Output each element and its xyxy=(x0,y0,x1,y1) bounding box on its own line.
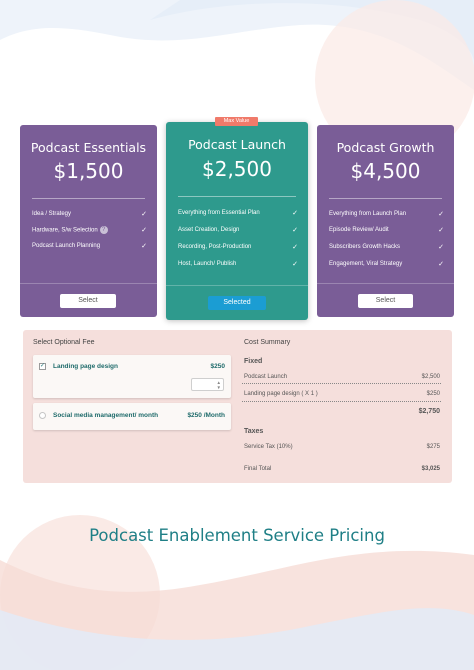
feature-text: Engagement, Viral Strategy xyxy=(329,261,403,267)
dotted-divider xyxy=(242,383,441,384)
select-button-growth[interactable]: Select xyxy=(358,294,413,308)
divider xyxy=(178,196,296,197)
summary-panel: Select Optional Fee ✓ Landing page desig… xyxy=(23,330,452,483)
feature-text: Host, Launch/ Publish xyxy=(178,261,237,267)
selected-button-launch[interactable]: Selected xyxy=(208,296,266,310)
feature-text: Podcast Launch Planning xyxy=(32,243,101,249)
feature-row: Podcast Launch Planning ✓ xyxy=(32,239,147,253)
final-total-label: Final Total xyxy=(244,466,272,472)
plan-card-launch[interactable]: Podcast Launch $2,500 Everything from Es… xyxy=(166,122,308,320)
divider xyxy=(329,198,442,199)
fee-option-landing-page[interactable]: ✓ Landing page design $250 ▲ ▼ xyxy=(33,355,231,398)
check-icon: ✓ xyxy=(141,243,147,250)
check-icon: ✓ xyxy=(141,211,147,218)
feature-text: Idea / Strategy xyxy=(32,211,72,217)
check-icon: ✓ xyxy=(141,227,147,234)
check-icon: ✓ xyxy=(438,261,444,268)
divider xyxy=(166,285,308,286)
fee-option-social-media[interactable]: Social media management/ month $250 /Mon… xyxy=(33,403,231,430)
subtotal-value: $2,750 xyxy=(418,408,440,415)
cost-line-value: $2,500 xyxy=(421,374,440,380)
plan-price: $2,500 xyxy=(202,157,272,181)
fee-name: Landing page design xyxy=(53,363,119,370)
fee-checkbox[interactable]: ✓ xyxy=(39,363,46,370)
feature-row: Episode Review/ Audit ✓ xyxy=(329,223,444,237)
divider xyxy=(20,283,157,284)
fee-price: $250 /Month xyxy=(187,412,225,419)
check-icon: ✓ xyxy=(292,244,298,251)
feature-text: Hardware, S/w Selection xyxy=(32,227,98,234)
fee-name: Social media management/ month xyxy=(53,412,159,419)
feature-row: Host, Launch/ Publish ✓ xyxy=(178,257,298,271)
final-total-value: $3,025 xyxy=(421,466,440,472)
help-icon[interactable]: ? xyxy=(99,226,108,234)
feature-row: Subscribers Growth Hacks ✓ xyxy=(329,240,444,254)
divider xyxy=(317,283,454,284)
plan-name: Podcast Essentials xyxy=(30,140,147,155)
fixed-heading: Fixed xyxy=(244,358,263,365)
feature-text: Everything from Essential Plan xyxy=(178,210,260,216)
feature-text: Subscribers Growth Hacks xyxy=(329,244,401,250)
plan-name: Podcast Growth xyxy=(336,140,435,155)
plan-price: $1,500 xyxy=(53,159,124,183)
dotted-divider xyxy=(242,401,441,402)
plan-card-growth[interactable]: Podcast Growth $4,500 Everything from La… xyxy=(317,125,454,317)
feature-row: Idea / Strategy ✓ xyxy=(32,207,147,221)
feature-row: Everything from Essential Plan ✓ xyxy=(178,206,298,220)
cost-line-label: Podcast Launch xyxy=(244,374,288,380)
feature-text: Everything from Launch Plan xyxy=(329,211,407,217)
check-icon: ✓ xyxy=(438,227,444,234)
check-icon: ✓ xyxy=(438,244,444,251)
feature-row: Engagement, Viral Strategy ✓ xyxy=(329,257,444,271)
taxes-heading: Taxes xyxy=(244,428,264,435)
check-icon: ✓ xyxy=(438,211,444,218)
divider xyxy=(32,198,145,199)
feature-text: Episode Review/ Audit xyxy=(329,227,389,233)
feature-text: Asset Creation, Design xyxy=(178,227,240,233)
cost-summary-title: Cost Summary xyxy=(244,339,291,346)
check-icon: ✓ xyxy=(292,227,298,234)
plan-card-essentials[interactable]: Podcast Essentials $1,500 Idea / Strateg… xyxy=(20,125,157,317)
feature-text: Recording, Post-Production xyxy=(178,244,252,250)
check-icon: ✓ xyxy=(292,261,298,268)
optional-fee-title: Select Optional Fee xyxy=(33,339,95,346)
fee-price: $250 xyxy=(210,363,225,370)
feature-row: Recording, Post-Production ✓ xyxy=(178,240,298,254)
max-value-badge: Max Value xyxy=(215,117,258,126)
plan-price: $4,500 xyxy=(350,159,421,183)
page-title: Podcast Enablement Service Pricing xyxy=(89,526,385,545)
cost-line-value: $250 xyxy=(426,391,440,397)
check-icon: ✓ xyxy=(292,210,298,217)
plan-name: Podcast Launch xyxy=(188,137,286,152)
feature-row: Everything from Launch Plan ✓ xyxy=(329,207,444,221)
fee-radio[interactable] xyxy=(39,412,46,419)
cost-line-label: Landing page design ( X 1 ) xyxy=(244,391,318,397)
stepper-arrows-icon[interactable]: ▲ ▼ xyxy=(217,380,221,390)
tax-line-label: Service Tax (10%) xyxy=(244,444,293,450)
tax-line-value: $275 xyxy=(426,444,440,450)
feature-row: Hardware, S/w Selection? ✓ xyxy=(32,223,147,237)
quantity-stepper[interactable]: ▲ ▼ xyxy=(191,378,224,391)
feature-row: Asset Creation, Design ✓ xyxy=(178,223,298,237)
select-button-essentials[interactable]: Select xyxy=(60,294,116,308)
